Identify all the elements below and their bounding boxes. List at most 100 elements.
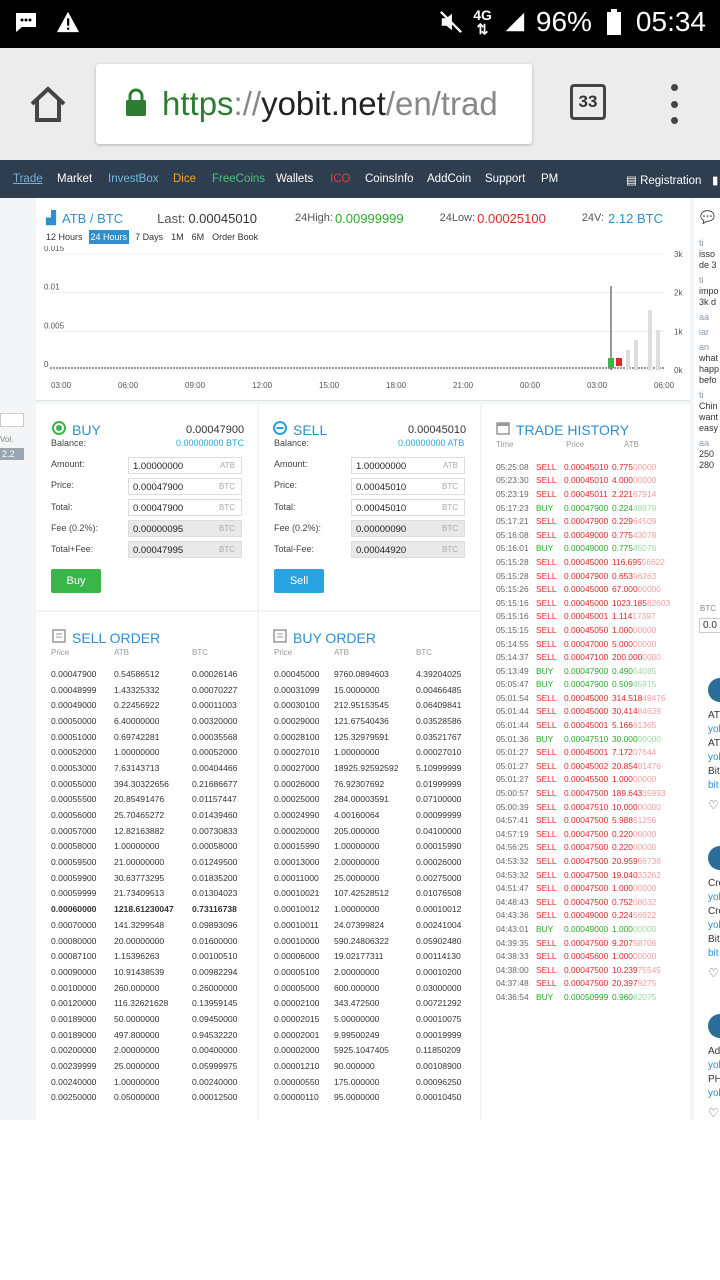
order-row[interactable]: 0.00010021 107.42528512 0.01076508 xyxy=(274,886,461,902)
nav-trade[interactable]: Trade xyxy=(13,173,43,185)
order-row[interactable]: 0.00051000 0.69742281 0.00035568 xyxy=(51,729,237,745)
news-link[interactable]: yob xyxy=(708,1088,720,1099)
news-link[interactable]: yob xyxy=(708,724,720,735)
news-link[interactable]: yob xyxy=(708,752,720,763)
order-row[interactable]: 0.00050000 6.40000000 0.00320000 xyxy=(51,713,237,729)
like-icon[interactable]: ♡ xyxy=(708,1106,719,1120)
order-row[interactable]: 0.00010011 24.07399824 0.00241004 xyxy=(274,917,461,933)
order-row[interactable]: 0.00048999 1.43325332 0.00070227 xyxy=(51,682,237,698)
order-row[interactable]: 0.00056000 25.70465272 0.01439460 xyxy=(51,807,237,823)
nav-coinsinfo[interactable]: CoinsInfo xyxy=(365,173,414,185)
order-row[interactable]: 0.00030100 212.95153545 0.06409841 xyxy=(274,697,461,713)
order-row[interactable]: 0.00055500 20.85491476 0.01157447 xyxy=(51,792,237,808)
order-row[interactable]: 0.00059900 30.63773295 0.01835200 xyxy=(51,870,237,886)
order-row[interactable]: 0.00070000 141.3299548 0.09893096 xyxy=(51,917,237,933)
order-row[interactable]: 0.00002100 343.472500 0.00721292 xyxy=(274,995,461,1011)
order-row[interactable]: 0.00011000 25.0000000 0.00275000 xyxy=(274,870,461,886)
order-row[interactable]: 0.00010000 590.24806322 0.05902480 xyxy=(274,933,461,949)
order-row[interactable]: 0.00002001 9.99500249 0.00019999 xyxy=(274,1027,461,1043)
chat-author[interactable]: ti xyxy=(699,390,704,400)
chat-author[interactable]: iar xyxy=(699,327,709,337)
order-row[interactable]: 0.00025000 284.00003591 0.07100000 xyxy=(274,792,461,808)
price-chart[interactable]: 0.015 3k 0.01 2k 0.005 1k 0 0k 03:00 06:00 09:00 12… xyxy=(36,246,690,396)
buy-amount-input[interactable]: 1.00000000 ATB xyxy=(128,457,242,474)
btc-value-input[interactable]: 0.0 xyxy=(699,618,720,633)
chat-author[interactable]: ti xyxy=(699,238,704,248)
news-avatar[interactable] xyxy=(708,846,720,870)
order-row[interactable]: 0.00024990 4.00160064 0.00099999 xyxy=(274,807,461,823)
order-row[interactable]: 0.00060000 1218.61230047 0.73116738 xyxy=(51,901,237,917)
order-row[interactable]: 0.00047900 0.54586512 0.00026146 xyxy=(51,666,237,682)
order-row[interactable]: 0.00005000 600.000000 0.03000000 xyxy=(274,980,461,996)
order-row[interactable]: 0.00049000 0.22456922 0.00011003 xyxy=(51,697,237,713)
left-stub-input[interactable] xyxy=(0,413,24,427)
order-row[interactable]: 0.00001210 90.000000 0.00108900 xyxy=(274,1058,461,1074)
order-row[interactable]: 0.00029000 121.67540436 0.03528586 xyxy=(274,713,461,729)
order-row[interactable]: 0.00059500 21.00000000 0.01249500 xyxy=(51,854,237,870)
order-row[interactable]: 0.00087100 1.15396263 0.00100510 xyxy=(51,948,237,964)
order-row[interactable]: 0.00045000 9760.0894603 4.39204025 xyxy=(274,666,461,682)
timeframe-tab[interactable]: 1M xyxy=(169,230,186,244)
sell-price-input[interactable]: 0.00045010 BTC xyxy=(351,478,465,495)
order-row[interactable]: 0.00052000 1.00000000 0.00052000 xyxy=(51,744,237,760)
like-icon[interactable]: ♡ xyxy=(708,966,719,980)
order-row[interactable]: 0.00028100 125.32979591 0.03521767 xyxy=(274,729,461,745)
order-row[interactable]: 0.00058000 1.00000000 0.00058000 xyxy=(51,839,237,855)
timeframe-tab[interactable]: 12 Hours xyxy=(44,230,85,244)
buy-balance[interactable]: 0.00000000 BTC xyxy=(176,438,244,448)
nav-freecoins[interactable]: FreeCoins xyxy=(212,173,265,185)
order-row[interactable]: 0.00015990 1.00000000 0.00015990 xyxy=(274,839,461,855)
sell-balance[interactable]: 0.00000000 ATB xyxy=(398,438,464,448)
nav-wallets[interactable]: Wallets xyxy=(276,173,313,185)
order-row[interactable]: 0.00027000 18925.92592592 5.10999999 xyxy=(274,760,461,776)
nav-investbox[interactable]: InvestBox xyxy=(108,173,159,185)
order-row[interactable]: 0.00120000 116.32621628 0.13959145 xyxy=(51,995,237,1011)
nav-ico[interactable]: ICO xyxy=(330,173,350,185)
overflow-menu-icon[interactable] xyxy=(668,84,680,124)
buy-price-input[interactable]: 0.00047900 BTC xyxy=(128,478,242,495)
news-link[interactable]: bit xyxy=(708,948,719,959)
order-row[interactable]: 0.00002015 5.00000000 0.00010075 xyxy=(274,1011,461,1027)
sell-total-input[interactable]: 0.00045010 BTC xyxy=(351,499,465,516)
timeframe-tab[interactable]: 24 Hours xyxy=(88,230,130,244)
order-row[interactable]: 0.00000110 95.0000000 0.00010450 xyxy=(274,1090,461,1106)
nav-pm[interactable]: PM xyxy=(541,173,558,185)
order-row[interactable]: 0.00239999 25.0000000 0.05999975 xyxy=(51,1058,237,1074)
news-link[interactable]: bit xyxy=(708,780,719,791)
timeframe-tab[interactable]: Order Book xyxy=(210,230,260,244)
news-link[interactable]: yob xyxy=(708,1060,720,1071)
nav-addcoin[interactable]: AddCoin xyxy=(427,173,471,185)
nav-registration[interactable]: ▤ Registration xyxy=(626,173,701,187)
chat-author[interactable]: aa xyxy=(699,312,709,322)
tab-switcher-button[interactable]: 33 xyxy=(570,84,606,120)
order-row[interactable]: 0.00057000 12.82163882 0.00730833 xyxy=(51,823,237,839)
chat-icon[interactable]: 💬 xyxy=(700,210,715,224)
order-row[interactable]: 0.00010012 1.00000000 0.00010012 xyxy=(274,901,461,917)
chat-author[interactable]: aa xyxy=(699,438,709,448)
order-row[interactable]: 0.00240000 1.00000000 0.00240000 xyxy=(51,1074,237,1090)
timeframe-tab[interactable]: 7 Days xyxy=(133,230,165,244)
order-row[interactable]: 0.00002000 5925.1047405 0.11850209 xyxy=(274,1043,461,1059)
buy-button[interactable]: Buy xyxy=(51,569,101,593)
news-link[interactable]: yob xyxy=(708,920,720,931)
order-row[interactable]: 0.00059999 21.73409513 0.01304023 xyxy=(51,886,237,902)
order-row[interactable]: 0.00005100 2.00000000 0.00010200 xyxy=(274,964,461,980)
pair-name[interactable]: ATB / BTC xyxy=(62,211,123,226)
nav-dice[interactable]: Dice xyxy=(173,173,196,185)
nav-support[interactable]: Support xyxy=(485,173,525,185)
chat-author[interactable]: ti xyxy=(699,275,704,285)
sell-amount-input[interactable]: 1.00000000 ATB xyxy=(351,457,465,474)
chat-author[interactable]: an xyxy=(699,342,709,352)
order-row[interactable]: 0.00100000 260.000000 0.26000000 xyxy=(51,980,237,996)
order-row[interactable]: 0.00031099 15.0000000 0.00466485 xyxy=(274,682,461,698)
order-row[interactable]: 0.00053000 7.63143713 0.00404466 xyxy=(51,760,237,776)
buy-total-input[interactable]: 0.00047900 BTC xyxy=(128,499,242,516)
nav-overflow-icon[interactable]: ▮ xyxy=(712,173,718,187)
nav-market[interactable]: Market xyxy=(57,173,92,185)
timeframe-tab[interactable]: 6M xyxy=(190,230,207,244)
order-row[interactable]: 0.00189000 50.0000000 0.09450000 xyxy=(51,1011,237,1027)
news-avatar[interactable] xyxy=(708,1014,720,1038)
order-row[interactable]: 0.00027010 1.00000000 0.00027010 xyxy=(274,744,461,760)
order-row[interactable]: 0.00200000 2.00000000 0.00400000 xyxy=(51,1043,237,1059)
order-row[interactable]: 0.00026000 76.92307692 0.01999999 xyxy=(274,776,461,792)
